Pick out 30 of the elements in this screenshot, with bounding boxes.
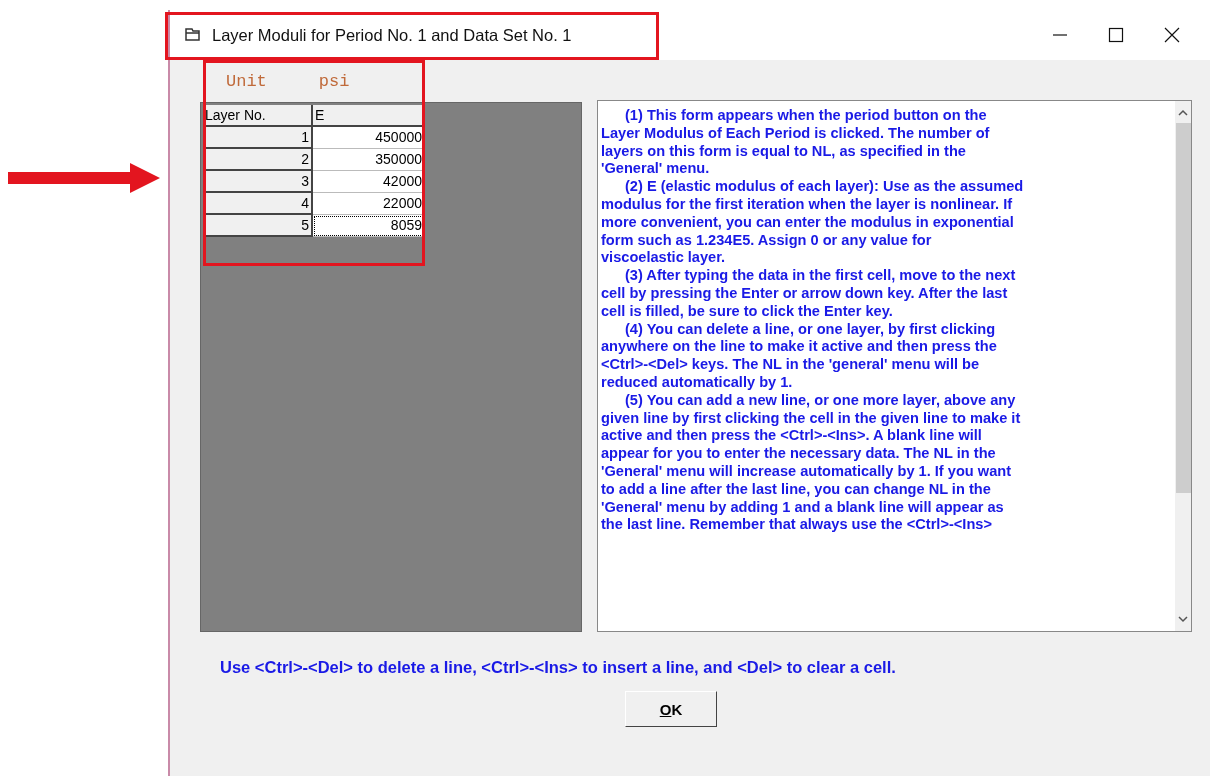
scroll-down-icon[interactable] (1177, 615, 1189, 623)
table-cell[interactable]: 8059 (313, 215, 424, 237)
unit-label: Unit (226, 71, 267, 91)
row-header: 3 (203, 171, 313, 193)
ok-button[interactable]: OK (625, 691, 717, 727)
help-paragraph: (4) You can delete a line, or one layer, by first clicking anywhere on the line to make it active and then press the <Ctrl>-<Del> keys. The NL in the 'general' menu will be reduced automatically by 1. (601, 320, 998, 392)
column-header: E (313, 105, 424, 127)
row-header: 4 (203, 193, 313, 215)
scrollbar[interactable] (1175, 101, 1191, 631)
help-paragraph: (1) This form appears when the period button on the Layer Modulus of Each Period is clicked. The number of layers on this form is equal to NL, as specified in the 'General' menu. (601, 107, 991, 179)
window-title: Layer Moduli for Period No. 1 and Data Set No. 1 (212, 25, 572, 45)
table-cell[interactable]: 42000 (313, 171, 424, 193)
help-paragraph: (5) You can add a new line, or one more layer, above any given line by first clicking the cell in the given line to make it active and then press the <Ctrl>-<Ins>. A blank line will appear for you to enter the necessary data. The NL in the 'General' menu will increase automatically by 1. If you want to add a line after the last line, you can change NL in the 'General' menu by adding 1 and a blank line will appear as the last line. Remember that always use the <Ctrl>-<Ins> (601, 391, 1022, 535)
row-header: 2 (203, 149, 313, 171)
row-header: 1 (203, 127, 313, 149)
column-header: Layer No. (203, 105, 313, 127)
maximize-icon[interactable] (1108, 27, 1124, 43)
arrow-icon (8, 163, 160, 193)
table-cell[interactable]: 22000 (313, 193, 424, 215)
unit-value: psi (318, 71, 350, 91)
hint-text: Use <Ctrl>-<Del> to delete a line, <Ctrl>-<Ins> to insert a line, and <Del> to clear a cell. (219, 657, 897, 677)
help-paragraph: (2) E (elastic modulus of each layer): Use as the assumed modulus for the first iteration when the layer is nonlinear. If more convenient, you can enter the modulus in exponential form such as 1.234E5. Assign 0 or any value for viscoelastic layer. (601, 178, 1025, 268)
table-cell[interactable]: 450000 (313, 127, 424, 149)
table-cell[interactable]: 350000 (313, 149, 424, 171)
close-icon[interactable] (1164, 27, 1180, 43)
window-icon (184, 27, 202, 43)
row-header: 5 (203, 215, 313, 237)
help-paragraph: (3) After typing the data in the first cell, move to the next cell by pressing the Enter or arrow down key. After the last cell is filled, be sure to click the Enter key. (601, 267, 1017, 321)
scroll-thumb[interactable] (1175, 123, 1191, 493)
scroll-up-icon[interactable] (1177, 109, 1189, 117)
